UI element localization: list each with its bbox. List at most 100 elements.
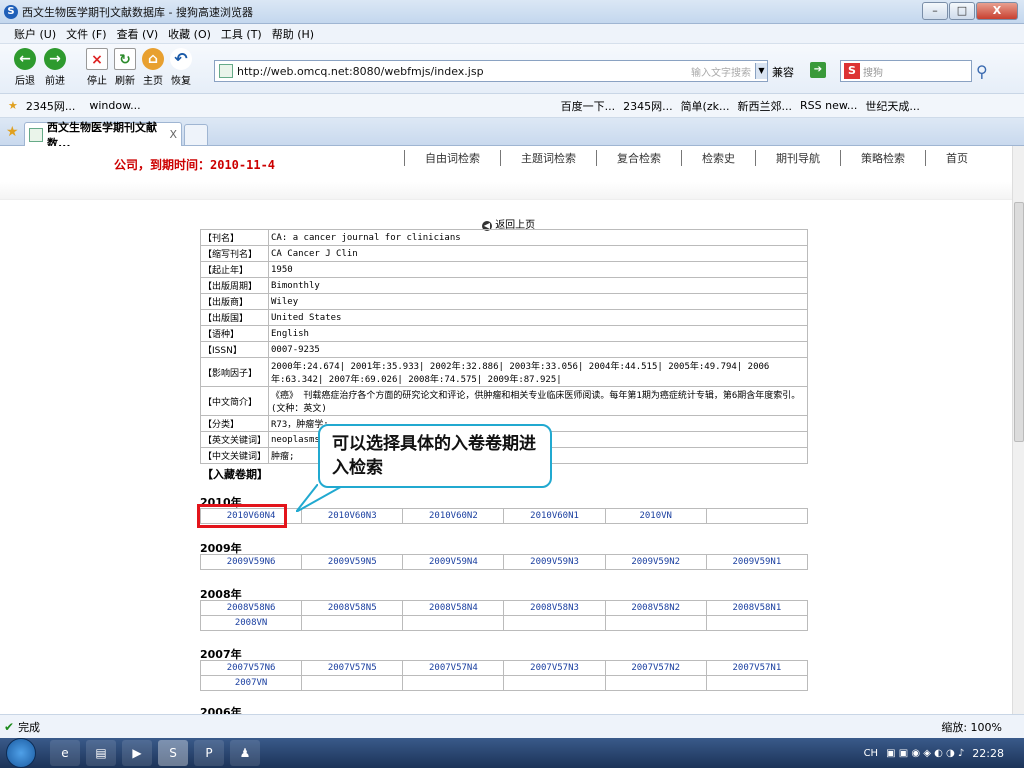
issue-link[interactable]: 2009V59N6	[199, 554, 303, 570]
menu-account[interactable]: 账户 (U)	[14, 26, 56, 42]
issue-link[interactable]: 2007V57N6	[199, 660, 303, 676]
highlight-box	[197, 504, 287, 528]
issue-link[interactable]: 2009V59N5	[301, 554, 404, 570]
restore-button[interactable]: ↶ 恢复	[166, 48, 196, 87]
issue-link[interactable]: 2007VN	[199, 675, 303, 691]
menu-view[interactable]: 查看 (V)	[117, 26, 159, 42]
address-bar[interactable]: http://web.omcq.net:8080/webfmjs/index.j…	[214, 60, 768, 82]
issue-link[interactable]: 2008V58N4	[402, 600, 505, 616]
issue-link[interactable]: 2008V58N3	[503, 600, 606, 616]
media-player-icon[interactable]: ▶	[122, 740, 152, 766]
refresh-button[interactable]: ↻ 刷新	[110, 48, 140, 87]
issue-link[interactable]: 2009V59N2	[604, 554, 707, 570]
add-favorite-icon[interactable]: ★	[8, 99, 18, 112]
sogou-browser-task-icon[interactable]: S	[158, 740, 188, 766]
nav-home[interactable]: 首页	[925, 150, 988, 166]
table-row: 2008VN	[199, 615, 809, 631]
table-row: 【语种】 English	[199, 325, 808, 342]
tab-close-icon[interactable]: X	[169, 128, 177, 141]
powerpoint-icon[interactable]: P	[194, 740, 224, 766]
scrollbar-thumb[interactable]	[1014, 202, 1024, 442]
issue-link[interactable]: 2008V58N2	[604, 600, 707, 616]
explorer-folder-icon[interactable]: ▤	[86, 740, 116, 766]
callout-pointer	[296, 484, 349, 512]
fav-item[interactable]: 新西兰郊...	[738, 98, 793, 114]
search-magnifier-icon[interactable]: ⚲	[976, 62, 988, 81]
fav-item[interactable]: window...	[89, 99, 140, 112]
table-row: 【出版商】 Wiley	[199, 293, 808, 310]
issue-link[interactable]: 2007V57N1	[705, 660, 809, 676]
issue-link[interactable]: 2009V59N1	[705, 554, 809, 570]
issue-link[interactable]: 2007V57N4	[402, 660, 505, 676]
issue-link[interactable]: 2010V60N2	[402, 508, 505, 524]
vertical-scrollbar[interactable]	[1012, 146, 1024, 714]
window-titlebar: S 西文生物医学期刊文献数据库 - 搜狗高速浏览器 – □ X	[0, 0, 1024, 24]
new-tab-button[interactable]	[184, 124, 208, 146]
tab-bar: ★ 西文生物医学期刊文献数... X	[0, 118, 1024, 150]
menu-help[interactable]: 帮助 (H)	[272, 26, 314, 42]
issues-table-2007: 2007V57N6 2007V57N5 2007V57N4 2007V57N3 …	[199, 660, 809, 691]
page-content: 公司，到期时间：2010-11-4 自由词检索 主题词检索 复合检索 检索史 期…	[0, 146, 1012, 714]
clock[interactable]: 22:28	[972, 747, 1004, 760]
nav-compound-search[interactable]: 复合检索	[596, 150, 681, 166]
issue-link[interactable]: 2009V59N3	[503, 554, 606, 570]
menu-file[interactable]: 文件 (F)	[66, 26, 106, 42]
chevron-down-icon[interactable]: ▼	[755, 63, 767, 79]
address-url[interactable]: http://web.omcq.net:8080/webfmjs/index.j…	[237, 65, 691, 78]
issues-table-2008: 2008V58N6 2008V58N5 2008V58N4 2008V58N3 …	[199, 600, 809, 631]
issue-link[interactable]: 2008VN	[199, 615, 303, 631]
stop-button[interactable]: × 停止	[82, 48, 112, 87]
search-input[interactable]: 搜狗	[863, 64, 883, 79]
search-box[interactable]: S 搜狗	[840, 60, 972, 82]
favorites-star-icon[interactable]: ★	[6, 124, 19, 140]
compat-mode-toggle[interactable]: 兼容	[772, 64, 794, 80]
issue-link[interactable]: 2007V57N3	[503, 660, 606, 676]
nav-free-word-search[interactable]: 自由词检索	[404, 150, 500, 166]
close-window-button[interactable]: X	[976, 2, 1018, 20]
back-button[interactable]: ← 后退	[10, 48, 40, 87]
window-title: 西文生物医学期刊文献数据库 - 搜狗高速浏览器	[22, 5, 253, 19]
issue-link[interactable]: 2010VN	[604, 508, 707, 524]
menu-favorites[interactable]: 收藏 (O)	[168, 26, 211, 42]
fav-item[interactable]: 2345网...	[623, 98, 672, 114]
start-button[interactable]	[6, 738, 36, 768]
nav-search-history[interactable]: 检索史	[681, 150, 755, 166]
maximize-button[interactable]: □	[949, 2, 975, 20]
table-row: 【ISSN】 0007-9235	[199, 341, 808, 358]
nav-subject-search[interactable]: 主题词检索	[500, 150, 596, 166]
home-button[interactable]: ⌂ 主页	[138, 48, 168, 87]
sogou-search-icon: S	[844, 63, 860, 79]
menu-tools[interactable]: 工具 (T)	[221, 26, 262, 42]
fav-item[interactable]: 简单(zk...	[681, 98, 730, 114]
fav-item[interactable]: RSS new...	[800, 99, 857, 112]
fav-item[interactable]: 世纪天成...	[865, 98, 920, 114]
issue-link[interactable]: 2008V58N6	[199, 600, 303, 616]
qq-penguin-icon[interactable]: ♟	[230, 740, 260, 766]
issue-link[interactable]: 2010V60N1	[503, 508, 606, 524]
toolbar: ← 后退 → 前进 × 停止 ↻ 刷新 ⌂ 主页 ↶ 恢复 http://web…	[0, 44, 1024, 94]
done-check-icon: ✔	[4, 719, 15, 734]
refresh-icon: ↻	[114, 48, 136, 70]
nav-journal-navigation[interactable]: 期刊导航	[755, 150, 840, 166]
table-row: 【出版周期】 Bimonthly	[199, 277, 808, 294]
issue-link[interactable]: 2009V59N4	[402, 554, 505, 570]
fav-item[interactable]: 2345网...	[26, 98, 75, 114]
table-row: 2008V58N6 2008V58N5 2008V58N4 2008V58N3 …	[199, 600, 809, 616]
nav-strategy-search[interactable]: 策略检索	[840, 150, 925, 166]
fav-item[interactable]: 百度一下...	[561, 98, 616, 114]
site-header: 公司，到期时间：2010-11-4 自由词检索 主题词检索 复合检索 检索史 期…	[0, 146, 1012, 180]
go-arrow-icon[interactable]: ➔	[810, 62, 826, 78]
issue-link[interactable]: 2007V57N2	[604, 660, 707, 676]
language-indicator[interactable]: CH	[864, 748, 879, 759]
forward-button[interactable]: → 前进	[40, 48, 70, 87]
issue-link[interactable]: 2008V58N1	[705, 600, 809, 616]
menubar: 账户 (U) 文件 (F) 查看 (V) 收藏 (O) 工具 (T) 帮助 (H…	[0, 24, 1024, 44]
minimize-button[interactable]: –	[922, 2, 948, 20]
address-search-hint: 输入文字搜索	[691, 67, 751, 79]
tab-active[interactable]: 西文生物医学期刊文献数... X	[24, 121, 182, 150]
table-row: 【缩写刊名】 CA Cancer J Clin	[199, 245, 808, 262]
ie-icon[interactable]: e	[50, 740, 80, 766]
issue-link[interactable]: 2008V58N5	[301, 600, 404, 616]
zoom-level[interactable]: 缩放: 100%	[941, 719, 1002, 735]
issue-link[interactable]: 2007V57N5	[301, 660, 404, 676]
